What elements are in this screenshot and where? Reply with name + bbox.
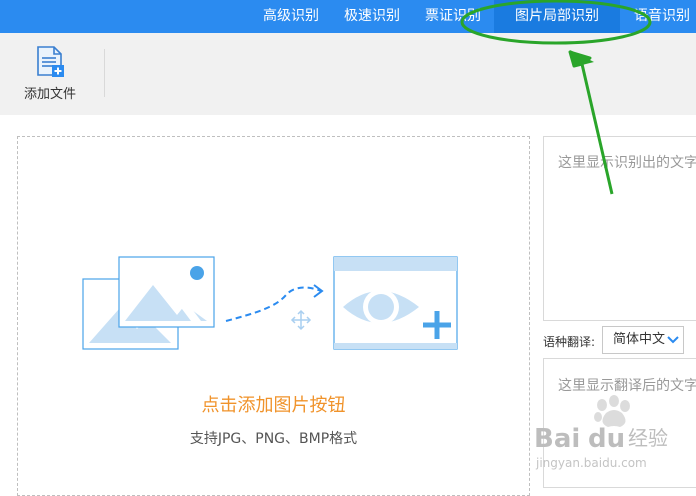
upload-illustration (82, 256, 458, 350)
toolbar-divider (104, 49, 105, 97)
recognition-result-box[interactable]: 这里显示识别出的文字 (543, 136, 696, 321)
dashed-arrow (225, 286, 322, 322)
dropzone-title: 点击添加图片按钮 (201, 395, 346, 416)
image-drop-zone[interactable]: 点击添加图片按钮 支持JPG、PNG、BMP格式 (17, 136, 530, 496)
move-icon (290, 309, 312, 331)
add-file-label: 添加文件 (23, 87, 76, 102)
tab-image-partial-ocr[interactable]: 图片局部识别 (494, 0, 620, 33)
top-nav: 高级识别 极速识别 票证识别 图片局部识别 语音识别 (0, 0, 696, 33)
translate-language-label: 语种翻译: (543, 335, 596, 349)
svg-text:经验: 经验 (628, 426, 668, 450)
svg-text:du: du (588, 424, 625, 454)
tab-advanced-ocr[interactable]: 高级识别 (250, 0, 332, 33)
chevron-down-icon (667, 336, 679, 344)
image-placeholder-icon (82, 256, 215, 350)
tab-fast-ocr[interactable]: 极速识别 (332, 0, 412, 33)
svg-text:Bai: Bai (534, 424, 580, 454)
dropzone-subtitle: 支持JPG、PNG、BMP格式 (189, 431, 358, 447)
tab-ticket-ocr[interactable]: 票证识别 (412, 0, 494, 33)
selected-language: 简体中文 (613, 332, 666, 347)
translate-language-select[interactable]: 简体中文 (602, 326, 684, 354)
eye-add-icon (333, 256, 458, 350)
toolbar: 添加文件 (0, 33, 696, 115)
baidu-jingyan-watermark: Bai du 经验 jingyan.baidu.com (534, 395, 668, 470)
svg-text:jingyan.baidu.com: jingyan.baidu.com (535, 456, 647, 470)
add-file-icon (37, 46, 64, 77)
recognition-result-placeholder: 这里显示识别出的文字 (558, 155, 696, 171)
add-file-button[interactable]: 添加文件 (14, 45, 86, 105)
translation-result-placeholder: 这里显示翻译后的文字 (558, 378, 696, 394)
tab-voice-ocr[interactable]: 语音识别 (620, 0, 696, 33)
